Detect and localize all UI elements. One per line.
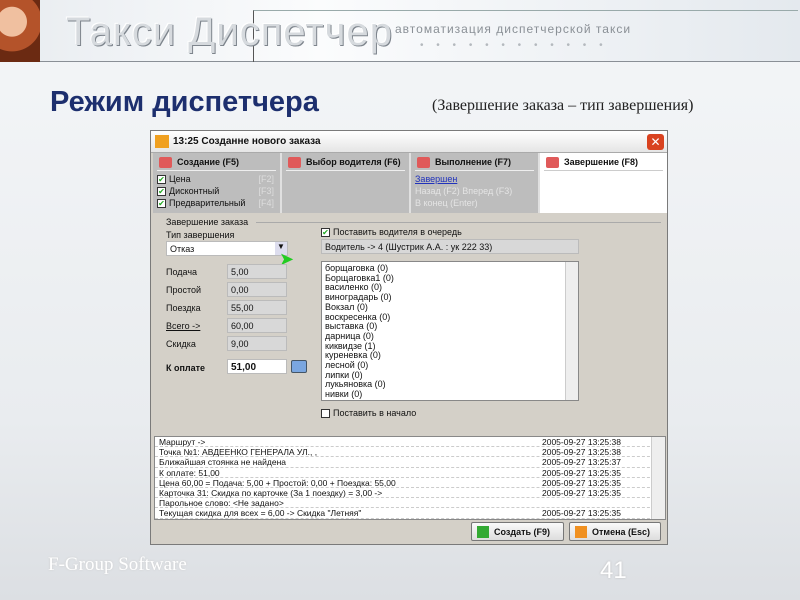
log-row[interactable]: Текущая скидка для всех = 6,00 -> Скидка… [155,508,665,519]
driver-field: Водитель -> 4 (Шустрик А.А. : ук 222 33) [321,239,579,254]
checkbox-icon: ✔ [157,199,166,209]
log-message: Точка №1: АВДЕЕНКО ГЕНЕРАЛА УЛ., , [159,447,318,458]
log-row[interactable]: Маршрут -> 2005-09-27 13:25:38 [155,437,665,448]
log-time: 2005-09-27 13:25:35 [542,508,621,519]
log-message: Текущая скидка для всех = 6,00 -> Скидка… [159,508,362,519]
decorative-dots-icon: • • • • • • • • • • • • [420,40,608,51]
nav-back-forward[interactable]: Назад (F2) Вперед (F3) [415,186,534,198]
to-pay-label: К оплате [166,363,206,373]
log-message: Маршрут -> [159,437,206,447]
page-number: 41 [600,557,627,584]
scrollbar[interactable] [651,437,665,519]
total-link[interactable]: Всего -> [166,321,200,331]
group-label: Завершение заказа [166,217,249,227]
field-label: Скидка [166,339,196,349]
start-checkbox[interactable]: Поставить в начало [321,408,417,419]
label: Дисконтный [169,186,220,196]
list-item[interactable]: нивки (0) [325,389,575,400]
checkbox-icon: ✔ [157,187,166,197]
close-button[interactable]: ✕ [647,134,664,150]
field-label: Простой [166,285,202,295]
log-row[interactable]: Парольное слово: <Не задано> [155,498,665,509]
field-value: 5,00 [227,264,287,279]
field-value: 55,00 [227,300,287,315]
tab-completion[interactable]: Завершение (F8) [540,153,667,213]
log-row[interactable]: Карточка 31: Скидка по карточке (За 1 по… [155,487,665,499]
label: Предварительный [169,198,246,208]
log-row[interactable]: Цена 60,00 = Подача: 5,00 + Простой: 0,0… [155,478,665,488]
cancel-button[interactable]: Отмена (Esc) [569,522,661,541]
tab-label: Выполнение (F7) [415,157,534,171]
tab-label: Выбор водителя (F6) [286,157,405,171]
tab-label: Создание (F5) [157,157,276,171]
checkbox-preliminary[interactable]: ✔ Предварительный [F4] [157,198,276,210]
tab-execution[interactable]: Выполнение (F7) Завершен Назад (F2) Впер… [411,153,540,213]
group-divider [256,222,661,223]
event-log[interactable]: Маршрут -> 2005-09-27 13:25:38 Точка №1: А… [154,436,666,520]
checkbox-icon: ✔ [157,175,166,185]
completion-type-select[interactable]: Отказ [166,241,288,256]
completed-link[interactable]: Завершен [415,174,534,186]
calculator-icon[interactable] [291,360,307,373]
label: Поставить водителя в очередь [333,227,462,237]
tagline: автоматизация диспетчерской такси [395,22,632,36]
field-value: 9,00 [227,336,287,351]
log-message: Цена 60,00 = Подача: 5,00 + Простой: 0,0… [159,477,396,488]
field-label: Поездка [166,303,201,313]
list-item[interactable]: лукьяновка (0) [325,380,575,390]
completion-type-label: Тип завершения [166,230,235,240]
log-message: Ближайшая стоянка не найдена [159,457,286,468]
operator-photo [0,0,40,62]
footer-company: F-Group Software [48,554,187,575]
cancel-icon [575,526,587,538]
scrollbar[interactable] [565,262,578,400]
field-value: 60,00 [227,318,287,333]
log-row[interactable]: Ближайшая стоянка не найдена 2005-09-27 1… [155,457,665,468]
queue-checkbox[interactable]: ✔ Поставить водителя в очередь [321,227,462,238]
log-message: Карточка 31: Скидка по карточке (За 1 по… [159,487,383,498]
selected-value: Отказ [170,244,195,254]
stands-list[interactable]: борщаговка (0) Борщаговка1 (0) василенко (… [321,261,579,401]
tab-driver-select[interactable]: Выбор водителя (F6) [282,153,411,213]
slide-subtitle: (Завершение заказа – тип завершения) [432,97,694,114]
title-bar: 13:25 Созданне нового заказа ✕ [151,131,667,153]
logo-text: Такси Диспетчер [66,10,393,54]
log-time: 2005-09-27 13:25:38 [542,437,621,447]
log-message: К оплате: 51,00 [159,467,220,478]
log-row[interactable]: Точка №1: АВДЕЕНКО ГЕНЕРАЛА УЛ., , 2005-0… [155,447,665,458]
label: Отмена (Esc) [592,527,651,537]
field-label: Подача [166,267,198,277]
slide-title: Режим диспетчера [50,86,319,118]
tab-label: Завершение (F8) [544,157,663,171]
checkbox-discount[interactable]: ✔ Дисконтный [F3] [157,186,276,198]
plus-icon [477,526,489,538]
checkbox-price[interactable]: ✔ Цена [F2] [157,174,276,186]
hotkey: [F2] [258,174,274,184]
label: Цена [169,174,191,184]
to-pay-input[interactable]: 51,00 [227,359,287,374]
log-time: 2005-09-27 13:25:35 [542,477,621,488]
log-row[interactable]: К оплате: 51,00 2005-09-27 13:25:35 [155,468,665,478]
log-time: 2005-09-27 13:25:38 [542,447,621,458]
nav-to-end[interactable]: В конец (Enter) [415,198,534,210]
log-message: Парольное слово: <Не задано> [159,498,284,509]
dialog-title: 13:25 Созданне нового заказа [173,136,321,147]
hotkey: [F3] [258,186,274,196]
new-order-dialog: 13:25 Созданне нового заказа ✕ Создание … [150,130,668,545]
app-icon [155,135,169,148]
field-value: 0,00 [227,282,287,297]
tab-create[interactable]: Создание (F5) ✔ Цена [F2] ✔ Дисконтный [F3] … [153,153,282,213]
checkbox-icon: ✔ [321,228,330,238]
log-time: 2005-09-27 13:25:37 [542,457,621,468]
checkbox-icon [321,409,330,419]
log-time: 2005-09-27 13:25:35 [542,467,621,478]
create-button[interactable]: Создать (F9) [471,522,564,541]
banner: Такси Диспетчер автоматизация диспетчерс… [0,0,800,62]
label: Поставить в начало [333,408,417,418]
log-time: 2005-09-27 13:25:35 [542,487,621,498]
label: Создать (F9) [494,527,551,537]
hotkey: [F4] [258,198,274,208]
